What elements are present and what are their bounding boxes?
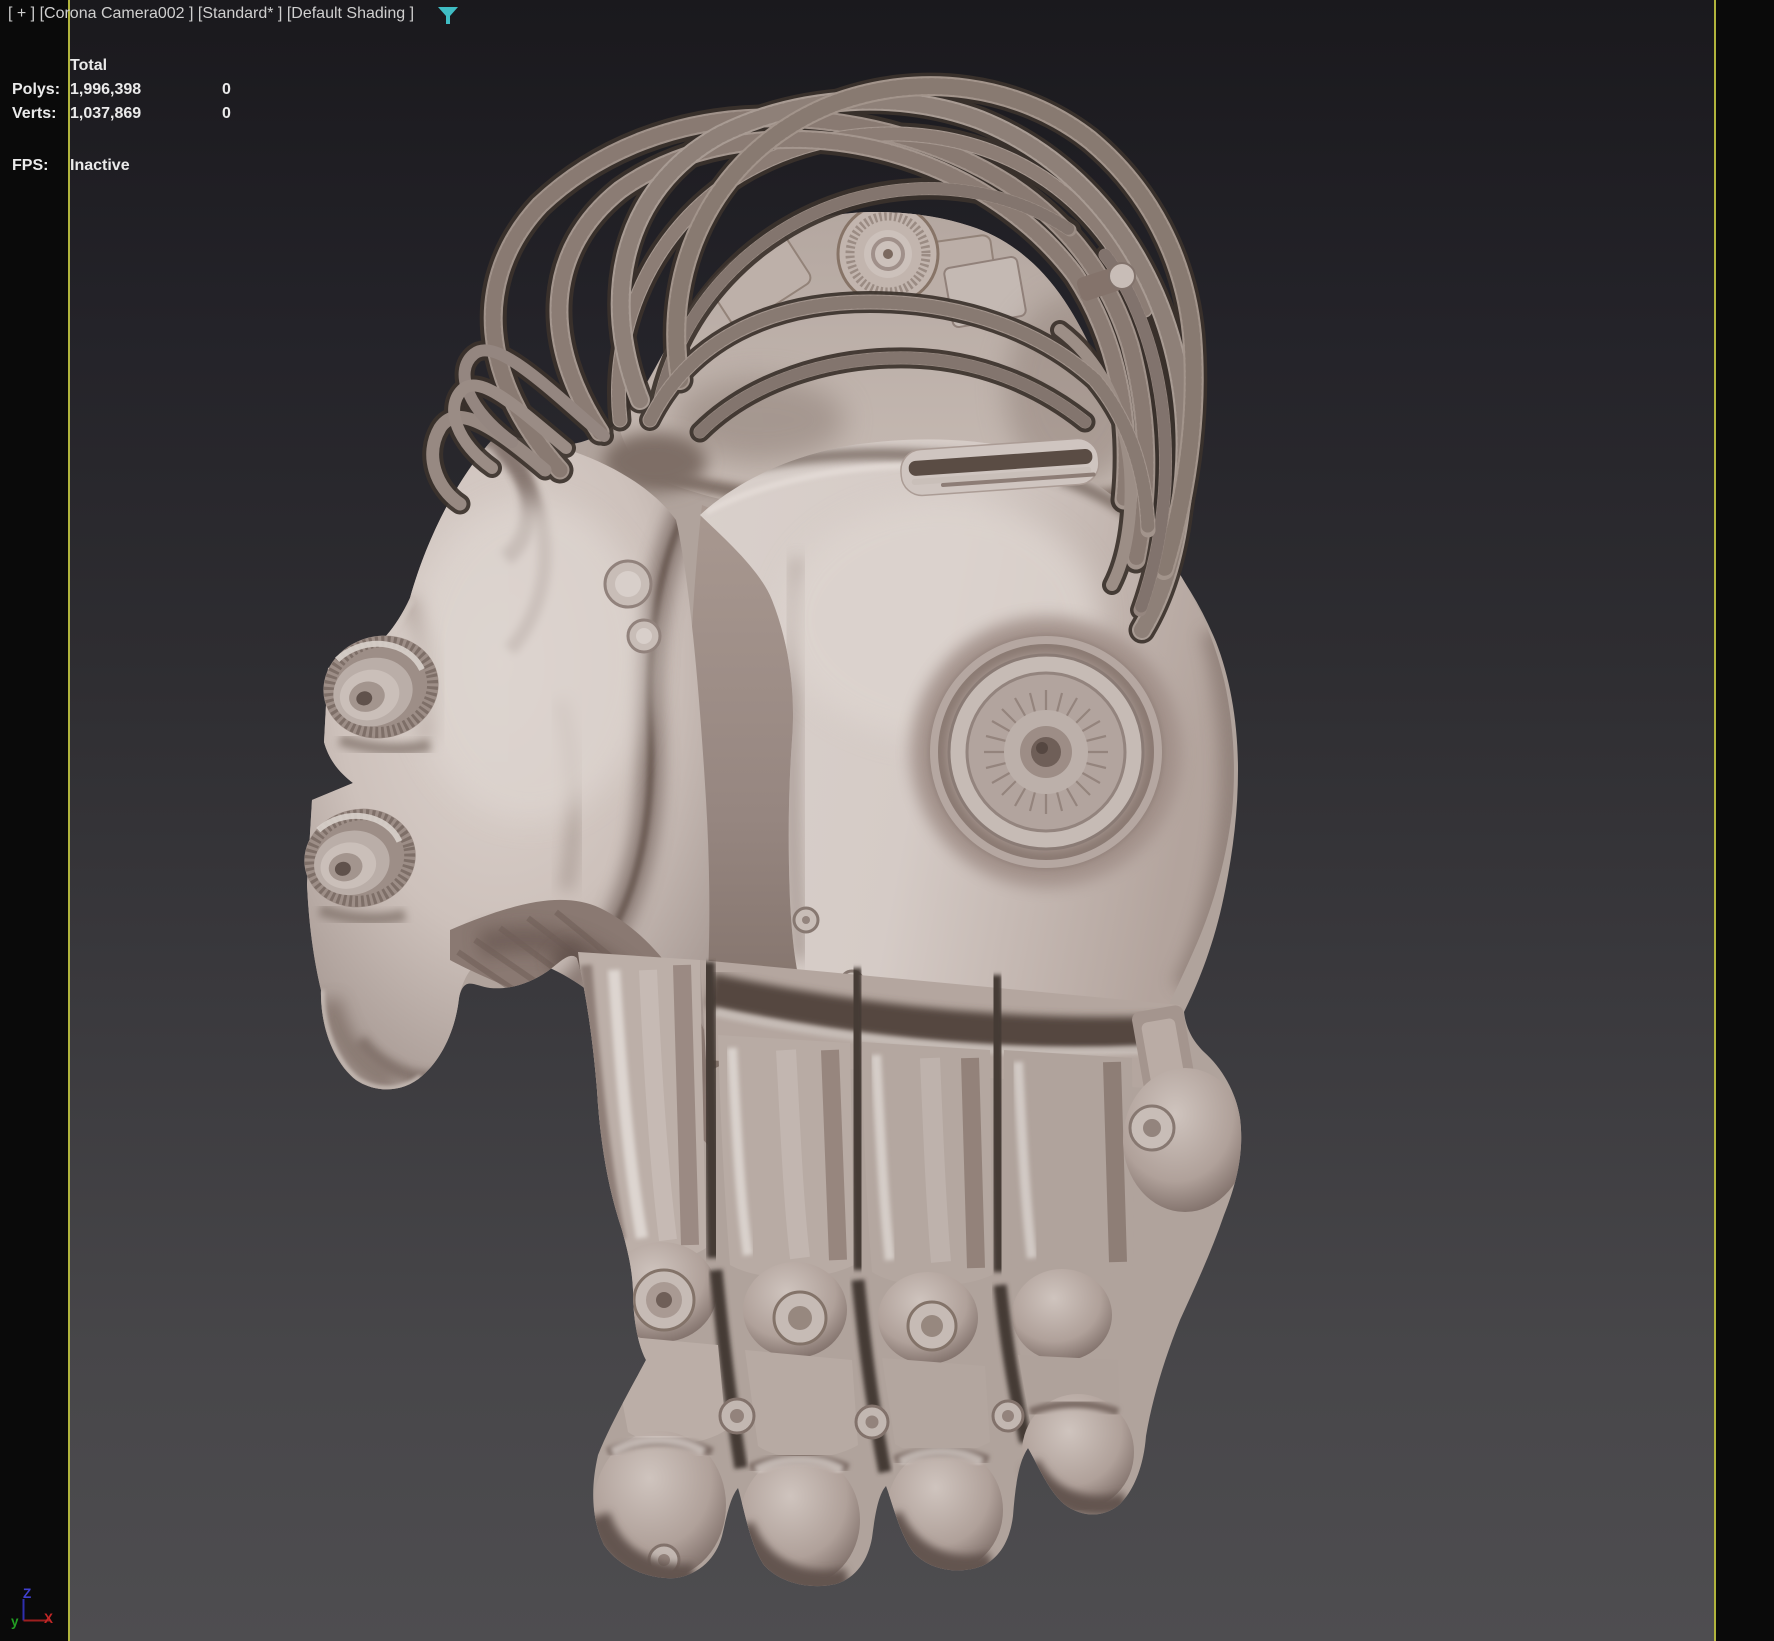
svg-text:X: X bbox=[44, 1611, 53, 1626]
svg-text:y: y bbox=[11, 1614, 19, 1629]
svg-text:Z: Z bbox=[23, 1586, 31, 1601]
